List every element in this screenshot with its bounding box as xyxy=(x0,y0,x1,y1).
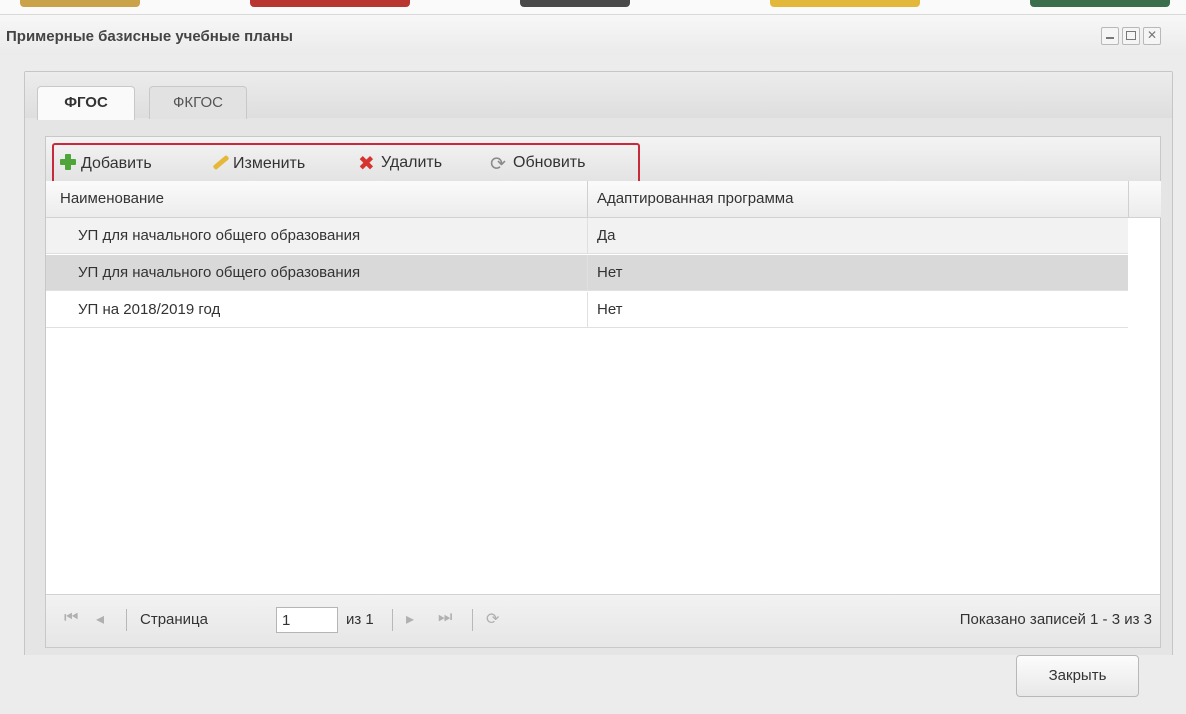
column-header-name[interactable]: Наименование xyxy=(60,190,164,207)
refresh-icon: ⟳ xyxy=(490,154,506,175)
delete-icon: ✖ xyxy=(358,153,375,175)
tab-bar: ФГОС ФКГОС xyxy=(25,72,1172,120)
page-label: Страница xyxy=(140,611,208,628)
grid-header-filler xyxy=(1128,181,1161,218)
delete-button[interactable]: ✖ Удалить xyxy=(358,153,443,175)
window-title: Примерные базисные учебные планы xyxy=(6,28,293,45)
close-window-button[interactable] xyxy=(1143,27,1161,45)
tab-fkgos[interactable]: ФКГОС xyxy=(149,86,247,119)
cell-name: УП для начального общего образования xyxy=(78,227,361,244)
cell-name: УП на 2018/2019 год xyxy=(78,301,221,318)
title-bar: Примерные базисные учебные планы xyxy=(0,15,1186,55)
plus-icon xyxy=(58,153,78,171)
prev-page-icon[interactable]: ◂ xyxy=(96,609,104,629)
tab-panel: ФГОС ФКГОС Добавить Изменить ✖ Удалить ⟳ О… xyxy=(24,71,1173,661)
table-row[interactable]: УП на 2018/2019 год Нет xyxy=(46,292,1128,328)
cell-name: УП для начального общего образования xyxy=(78,264,361,281)
cell-adapted: Нет xyxy=(597,301,623,318)
cell-adapted: Нет xyxy=(597,264,623,281)
tab-fgos[interactable]: ФГОС xyxy=(37,86,135,120)
table-row-selected[interactable]: УП для начального общего образования Нет xyxy=(46,255,1128,291)
dialog-window: Примерные базисные учебные планы ФГОС ФК… xyxy=(0,14,1186,714)
dialog-footer: Закрыть xyxy=(0,655,1186,714)
first-page-icon[interactable]: ⏮ xyxy=(64,609,78,627)
add-button[interactable]: Добавить xyxy=(58,153,152,173)
table-row[interactable]: УП для начального общего образования Да xyxy=(46,218,1128,254)
delete-button-label: Удалить xyxy=(381,154,443,171)
add-button-label: Добавить xyxy=(81,155,152,172)
page-total-label: из 1 xyxy=(346,611,374,628)
pencil-icon xyxy=(210,153,230,171)
maximize-button[interactable] xyxy=(1122,27,1140,45)
records-summary: Показано записей 1 - 3 из 3 xyxy=(959,611,1152,628)
cell-adapted: Да xyxy=(597,227,616,244)
grid-header: Наименование Адаптированная программа xyxy=(46,181,1128,218)
close-button[interactable]: Закрыть xyxy=(1016,655,1139,697)
pagination-bar: ⏮ ◂ Страница из 1 ▸ ⏭ ⟳ Показано записей… xyxy=(46,594,1160,647)
next-page-icon[interactable]: ▸ xyxy=(406,609,414,629)
refresh-button-label: Обновить xyxy=(513,154,586,171)
grid-panel: Добавить Изменить ✖ Удалить ⟳ Обновить Наи… xyxy=(45,136,1161,648)
last-page-icon[interactable]: ⏭ xyxy=(438,609,452,627)
refresh-button[interactable]: ⟳ Обновить xyxy=(490,153,586,175)
edit-button[interactable]: Изменить xyxy=(210,153,305,173)
minimize-button[interactable] xyxy=(1101,27,1119,45)
edit-button-label: Изменить xyxy=(233,155,306,172)
column-header-adapted[interactable]: Адаптированная программа xyxy=(597,190,793,207)
reload-icon[interactable]: ⟳ xyxy=(486,609,499,629)
page-number-input[interactable] xyxy=(276,607,338,633)
